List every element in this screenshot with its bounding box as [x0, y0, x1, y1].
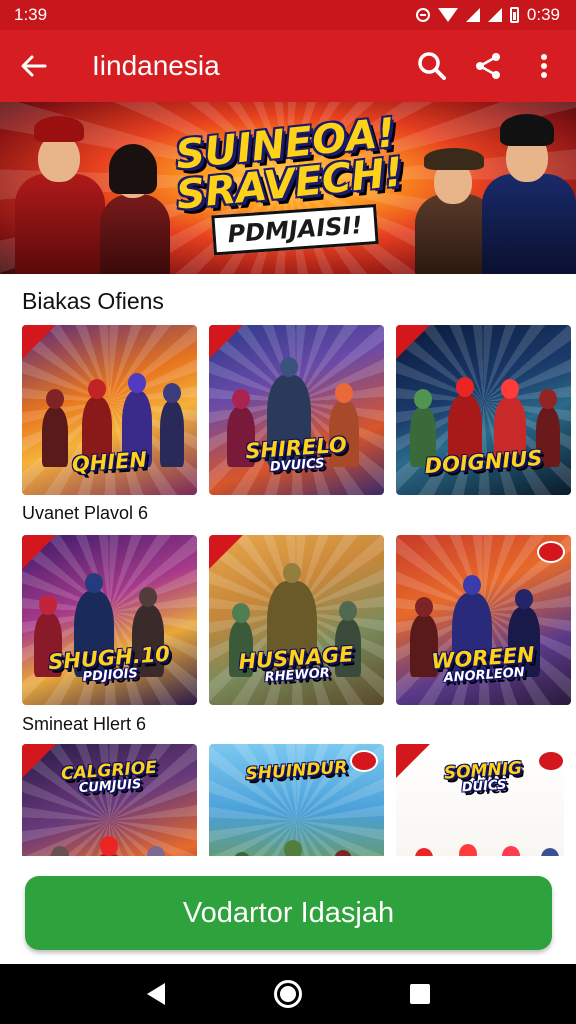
section-title-2: Uvanet Plavol 6 — [22, 503, 149, 523]
game-card[interactable]: SHIRELO DVUICS — [209, 325, 384, 495]
search-button[interactable] — [404, 38, 460, 94]
arrow-left-icon — [21, 55, 47, 77]
battery-icon — [509, 7, 519, 23]
game-card[interactable]: HUSNAGE RHEWOR — [209, 535, 384, 705]
wifi-icon — [437, 8, 458, 22]
status-icons: 0:39 — [415, 5, 560, 25]
more-options-button[interactable] — [516, 38, 572, 94]
app-bar: Iindanesia — [0, 30, 576, 102]
signal-icon-2 — [487, 8, 502, 22]
badge-ribbon — [22, 535, 56, 569]
game-card[interactable]: DOIGNIUS — [396, 325, 571, 495]
promo-banner[interactable]: SUINEOA! SRAVECH! PDMJAISI! — [0, 102, 576, 274]
cta-container: Vodartor Idasjah — [0, 858, 576, 964]
badge-icon — [537, 541, 565, 563]
nav-back-button[interactable] — [126, 964, 186, 1024]
game-card[interactable]: WOREEN ANORLEON — [396, 535, 571, 705]
banner-title: SUINEOA! SRAVECH! PDMJAISI! — [164, 110, 416, 262]
do-not-disturb-icon — [415, 8, 430, 22]
nav-back-icon — [147, 983, 165, 1005]
game-row-3: CALGRIOE CUMJUIS SHUINDUR SOMNIG DUICS — [22, 744, 564, 856]
game-card[interactable]: SHUINDUR — [209, 744, 384, 856]
nav-recents-icon — [410, 984, 430, 1004]
back-button[interactable] — [6, 38, 62, 94]
share-button[interactable] — [460, 38, 516, 94]
badge-ribbon — [396, 325, 430, 359]
badge-ribbon — [22, 325, 56, 359]
page-title: Iindanesia — [92, 50, 220, 81]
badge-ribbon — [209, 325, 243, 359]
app-bar-actions — [404, 38, 572, 94]
game-card[interactable]: QHIEN — [22, 325, 197, 495]
badge-ribbon — [209, 535, 243, 569]
game-card[interactable]: SOMNIG DUICS — [396, 744, 564, 856]
game-row-2: SHUGH.10 PDJIOIS HUSNAGE RHEWOR WOREEN A… — [22, 535, 571, 705]
primary-action-button[interactable]: Vodartor Idasjah — [25, 876, 552, 950]
game-card[interactable]: CALGRIOE CUMJUIS — [22, 744, 197, 856]
nav-home-icon — [274, 980, 302, 1008]
status-time-right: 0:39 — [526, 5, 560, 24]
nav-recents-button[interactable] — [390, 964, 450, 1024]
banner-hero-right-2 — [478, 104, 576, 274]
share-icon — [476, 53, 500, 79]
system-nav-bar — [0, 964, 576, 1024]
game-card[interactable]: SHUGH.10 PDJIOIS — [22, 535, 197, 705]
status-time-left: 1:39 — [14, 5, 48, 24]
section-title-1: Biakas Ofiens — [22, 288, 164, 314]
section-title-3: Smineat Hlert 6 — [22, 714, 147, 734]
more-vert-icon — [541, 54, 547, 78]
banner-hero-left-2 — [95, 134, 175, 274]
signal-icon — [465, 8, 480, 22]
search-icon — [418, 52, 446, 80]
nav-home-button[interactable] — [258, 964, 318, 1024]
app-screen: 1:39 0:39 Iindanesia SUINEOA! SRAVECH! P… — [0, 0, 576, 1024]
status-bar: 1:39 0:39 — [0, 0, 576, 30]
game-row-1: QHIEN SHIRELO DVUICS DOIGNIUS — [22, 325, 571, 495]
